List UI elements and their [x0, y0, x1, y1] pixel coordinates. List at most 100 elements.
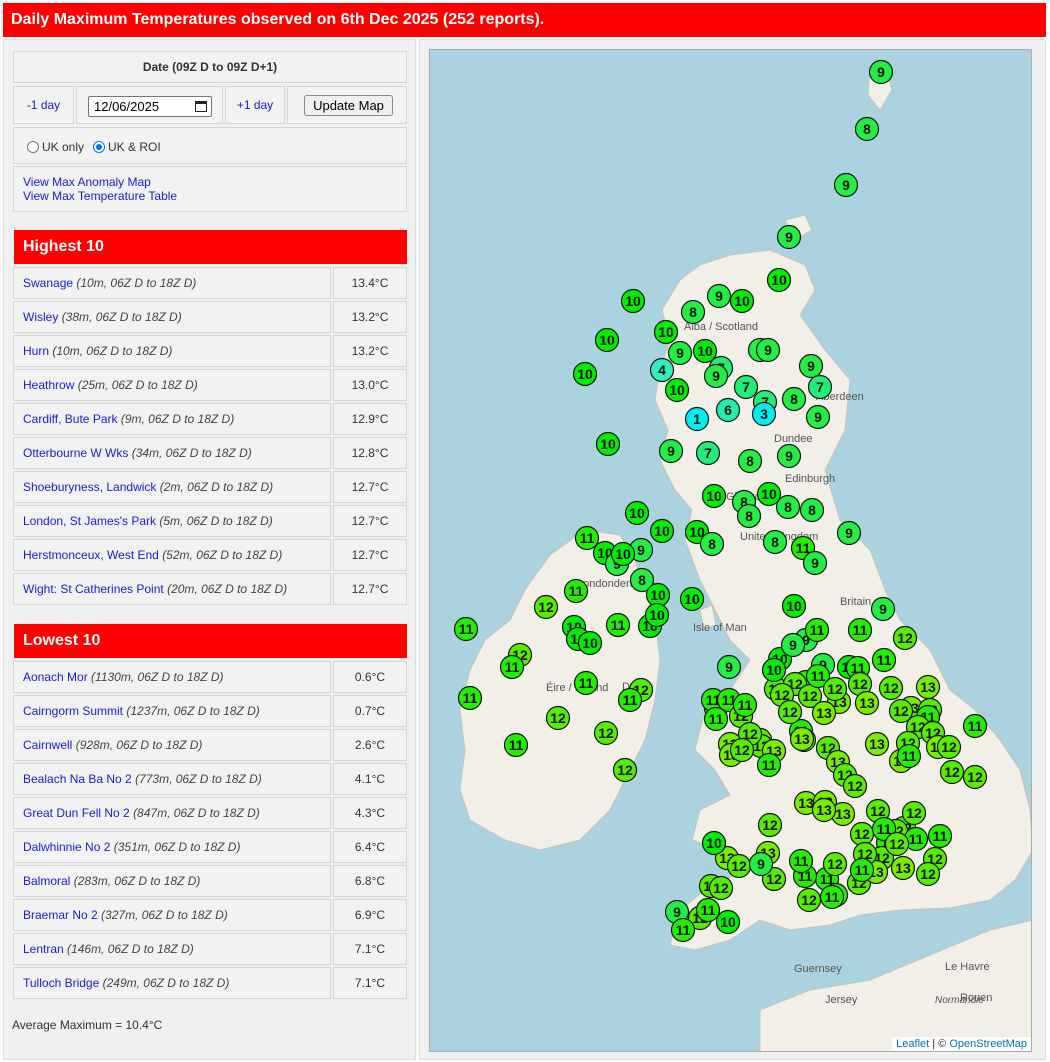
uk-roi-option[interactable]: UK & ROI — [93, 140, 161, 154]
temperature-marker[interactable]: 11 — [453, 616, 479, 642]
uk-only-option[interactable]: UK only — [27, 140, 84, 154]
station-link[interactable]: Bealach Na Ba No 2 — [23, 772, 132, 786]
temperature-marker[interactable]: 12 — [892, 625, 918, 651]
station-link[interactable]: Cardiff, Bute Park — [23, 412, 118, 426]
temperature-map[interactable]: AberdeenDundeeEdinburghGlasgowUnited Kin… — [429, 49, 1032, 1052]
station-link[interactable]: Herstmonceux, West End — [23, 548, 159, 562]
temperature-marker[interactable]: 10 — [594, 327, 620, 353]
temperature-marker[interactable]: 10 — [756, 481, 782, 507]
temperature-marker[interactable]: 11 — [819, 884, 845, 910]
temperature-marker[interactable]: 12 — [939, 759, 965, 785]
temperature-marker[interactable]: 9 — [836, 520, 862, 546]
temperature-marker[interactable]: 11 — [457, 685, 483, 711]
station-link[interactable]: Tulloch Bridge — [23, 976, 99, 990]
station-link[interactable]: Dalwhinnie No 2 — [23, 840, 110, 854]
station-link[interactable]: Cairnwell — [23, 738, 72, 752]
temperature-marker[interactable]: 12 — [884, 831, 910, 857]
temperature-marker[interactable]: 12 — [936, 734, 962, 760]
temperature-marker[interactable]: 9 — [805, 404, 831, 430]
temperature-marker[interactable]: 11 — [695, 897, 721, 923]
temperature-marker[interactable]: 11 — [499, 654, 525, 680]
temperature-marker[interactable]: 8 — [736, 503, 762, 529]
temperature-marker[interactable]: 12 — [901, 800, 927, 826]
temperature-marker[interactable]: 10 — [644, 602, 670, 628]
temperature-marker[interactable]: 4 — [649, 357, 675, 383]
temperature-marker[interactable]: 12 — [915, 861, 941, 887]
temperature-marker[interactable]: 12 — [777, 699, 803, 725]
station-link[interactable]: Wight: St Catherines Point — [23, 582, 164, 596]
temperature-marker[interactable]: 13 — [789, 726, 815, 752]
temperature-marker[interactable]: 7 — [807, 374, 833, 400]
temperature-marker[interactable]: 12 — [757, 812, 783, 838]
station-link[interactable]: Hurn — [23, 344, 49, 358]
temperature-marker[interactable]: 6 — [715, 397, 741, 423]
temperature-marker[interactable]: 11 — [962, 713, 988, 739]
temperature-marker[interactable]: 8 — [799, 497, 825, 523]
temperature-marker[interactable]: 12 — [708, 875, 734, 901]
temperature-marker[interactable]: 9 — [776, 443, 802, 469]
temperature-marker[interactable]: 9 — [716, 654, 742, 680]
temperature-marker[interactable]: 12 — [822, 851, 848, 877]
temperature-marker[interactable]: 11 — [605, 612, 631, 638]
temperature-marker[interactable]: 3 — [751, 401, 777, 427]
temperature-marker[interactable]: 10 — [595, 431, 621, 457]
temperature-marker[interactable]: 13 — [890, 855, 916, 881]
temperature-marker[interactable]: 12 — [849, 821, 875, 847]
temperature-marker[interactable]: 11 — [788, 848, 814, 874]
temperature-marker[interactable]: 7 — [733, 374, 759, 400]
temperature-marker[interactable]: 9 — [776, 224, 802, 250]
temperature-marker[interactable]: 9 — [706, 283, 732, 309]
temperature-marker[interactable]: 13 — [915, 674, 941, 700]
temperature-marker[interactable]: 11 — [617, 687, 643, 713]
temperature-marker[interactable]: 11 — [849, 857, 875, 883]
temperature-marker[interactable]: 9 — [798, 353, 824, 379]
temperature-marker[interactable]: 13 — [811, 797, 837, 823]
temperature-marker[interactable]: 8 — [781, 386, 807, 412]
temperature-marker[interactable]: 13 — [854, 690, 880, 716]
temperature-marker[interactable]: 10 — [664, 377, 690, 403]
station-link[interactable]: Great Dun Fell No 2 — [23, 806, 130, 820]
temperature-marker[interactable]: 12 — [593, 720, 619, 746]
temperature-marker[interactable]: 9 — [868, 59, 894, 85]
temperature-marker[interactable]: 11 — [927, 823, 953, 849]
temperature-marker[interactable]: 10 — [649, 518, 675, 544]
temperature-marker[interactable]: 11 — [896, 743, 922, 769]
temperature-marker[interactable]: 10 — [766, 267, 792, 293]
anomaly-map-link[interactable]: View Max Anomaly Map — [23, 175, 406, 189]
temperature-marker[interactable]: 11 — [804, 617, 830, 643]
station-link[interactable]: London, St James's Park — [23, 514, 156, 528]
temperature-marker[interactable]: 12 — [878, 675, 904, 701]
station-link[interactable]: Wisley — [23, 310, 58, 324]
prev-day-button[interactable]: -1 day — [14, 87, 73, 123]
temperature-table-link[interactable]: View Max Temperature Table — [23, 189, 406, 203]
temperature-marker[interactable]: 9 — [755, 337, 781, 363]
temperature-marker[interactable]: 13 — [811, 700, 837, 726]
station-link[interactable]: Lentran — [23, 942, 64, 956]
station-link[interactable]: Shoeburyness, Landwick — [23, 480, 156, 494]
station-link[interactable]: Heathrow — [23, 378, 74, 392]
temperature-marker[interactable]: 8 — [854, 116, 880, 142]
temperature-marker[interactable]: 11 — [670, 917, 696, 943]
uk-only-radio[interactable] — [27, 141, 39, 153]
temperature-marker[interactable]: 10 — [624, 500, 650, 526]
temperature-marker[interactable]: 9 — [703, 363, 729, 389]
station-link[interactable]: Balmoral — [23, 874, 70, 888]
temperature-marker[interactable]: 9 — [748, 851, 774, 877]
temperature-marker[interactable]: 10 — [729, 288, 755, 314]
temperature-marker[interactable]: 8 — [699, 531, 725, 557]
temperature-marker[interactable]: 10 — [701, 483, 727, 509]
temperature-marker[interactable]: 10 — [781, 593, 807, 619]
temperature-marker[interactable]: 11 — [573, 670, 599, 696]
temperature-marker[interactable]: 10 — [679, 586, 705, 612]
station-link[interactable]: Swanage — [23, 276, 73, 290]
temperature-marker[interactable]: 11 — [871, 647, 897, 673]
station-link[interactable]: Otterbourne W Wks — [23, 446, 128, 460]
temperature-marker[interactable]: 11 — [756, 752, 782, 778]
temperature-marker[interactable]: 12 — [612, 757, 638, 783]
temperature-marker[interactable]: 9 — [667, 340, 693, 366]
temperature-marker[interactable]: 8 — [762, 529, 788, 555]
temperature-marker[interactable]: 9 — [870, 596, 896, 622]
temperature-marker[interactable]: 8 — [737, 448, 763, 474]
temperature-marker[interactable]: 10 — [577, 630, 603, 656]
temperature-marker[interactable]: 1 — [684, 406, 710, 432]
